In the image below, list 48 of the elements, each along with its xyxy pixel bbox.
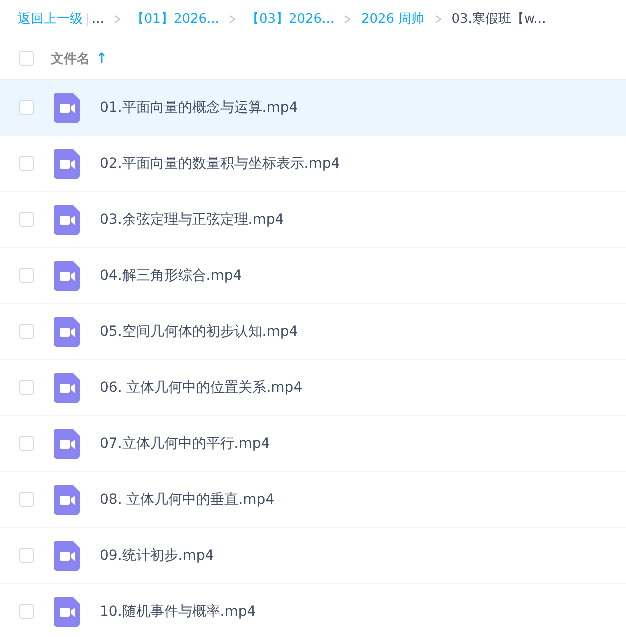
video-file-icon — [54, 260, 80, 290]
row-checkbox[interactable] — [19, 436, 34, 451]
chevron-right-icon — [229, 14, 236, 24]
column-header[interactable]: 文件名 — [51, 50, 90, 68]
row-checkbox[interactable] — [19, 324, 34, 339]
row-checkbox[interactable] — [19, 548, 34, 563]
file-name[interactable]: 07.立体几何中的平行.mp4 — [100, 434, 270, 452]
chevron-right-icon — [344, 14, 352, 24]
select-all-checkbox[interactable] — [19, 51, 34, 66]
video-file-icon — [54, 316, 80, 346]
video-file-icon — [54, 596, 80, 626]
file-name[interactable]: 03.余弦定理与正弦定理.mp4 — [100, 210, 284, 228]
file-name[interactable]: 04.解三角形综合.mp4 — [100, 266, 242, 284]
file-row[interactable]: 03.余弦定理与正弦定理.mp4 — [0, 192, 626, 248]
video-file-icon — [54, 92, 80, 122]
file-row[interactable]: 01.平面向量的概念与运算.mp4 — [0, 80, 626, 136]
breadcrumb-item: ... — [92, 12, 104, 26]
file-row[interactable]: 02.平面向量的数量积与坐标表示.mp4 — [0, 136, 626, 192]
file-name[interactable]: 02.平面向量的数量积与坐标表示.mp4 — [100, 154, 340, 172]
file-name[interactable]: 05.空间几何体的初步认知.mp4 — [100, 322, 298, 340]
video-file-icon — [54, 372, 80, 402]
video-file-icon — [54, 484, 80, 514]
file-row[interactable]: 05.空间几何体的初步认知.mp4 — [0, 304, 626, 360]
file-name[interactable]: 10.随机事件与概率.mp4 — [100, 602, 256, 620]
file-row[interactable]: 08. 立体几何中的垂直.mp4 — [0, 472, 626, 528]
row-checkbox[interactable] — [19, 212, 34, 227]
file-name[interactable]: 01.平面向量的概念与运算.mp4 — [100, 98, 298, 116]
row-checkbox[interactable] — [19, 380, 34, 395]
row-checkbox[interactable] — [19, 100, 34, 115]
video-file-icon — [54, 428, 80, 458]
video-file-icon — [54, 148, 80, 178]
row-checkbox[interactable] — [19, 492, 34, 507]
video-file-icon — [54, 540, 80, 570]
chevron-right-icon — [114, 14, 122, 24]
file-row[interactable]: 09.统计初步.mp4 — [0, 528, 626, 584]
file-name[interactable]: 09.统计初步.mp4 — [100, 546, 214, 564]
file-name[interactable]: 06. 立体几何中的位置关系.mp4 — [100, 378, 303, 396]
file-row[interactable]: 04.解三角形综合.mp4 — [0, 248, 626, 304]
row-checkbox[interactable] — [19, 604, 34, 619]
file-row[interactable]: 06. 立体几何中的位置关系.mp4 — [0, 360, 626, 416]
video-file-icon — [54, 204, 80, 234]
file-row[interactable]: 10.随机事件与概率.mp4 — [0, 584, 626, 637]
breadcrumb-item: 03.寒假班【w... — [452, 11, 546, 28]
file-name[interactable]: 08. 立体几何中的垂直.mp4 — [100, 490, 275, 508]
chevron-right-icon — [434, 14, 442, 24]
row-checkbox[interactable] — [19, 156, 34, 171]
file-row[interactable]: 07.立体几何中的平行.mp4 — [0, 416, 626, 472]
row-checkbox[interactable] — [19, 268, 34, 283]
